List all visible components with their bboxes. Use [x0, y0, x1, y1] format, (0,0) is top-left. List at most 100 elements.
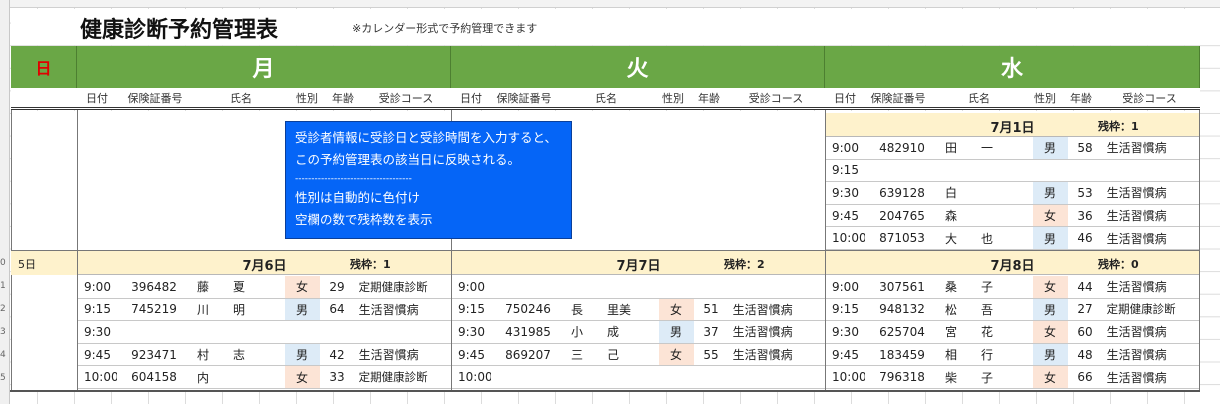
cell-time[interactable]: 9:30	[78, 321, 117, 343]
cell-age[interactable]: 33	[320, 366, 355, 388]
row-number[interactable]: 1	[0, 281, 10, 291]
row-number[interactable]: 2	[0, 304, 10, 314]
cell-insurance-number[interactable]: 204765	[865, 205, 939, 227]
cell-patient-name[interactable]: 村 志	[191, 344, 285, 366]
row-number[interactable]: 4	[0, 350, 10, 360]
cell-course[interactable]: 生活習慣病	[355, 344, 451, 366]
cell-time[interactable]: 9:15	[452, 299, 491, 321]
cell-age[interactable]: 42	[320, 344, 355, 366]
cell-age[interactable]: 60	[1068, 321, 1103, 343]
cell-patient-name[interactable]: 柴 子	[939, 366, 1033, 388]
cell-age[interactable]: 64	[320, 299, 355, 321]
cell-course[interactable]	[729, 366, 825, 388]
cell-time[interactable]: 10:00	[826, 366, 865, 388]
cell-sex[interactable]	[659, 366, 694, 388]
cell-sex[interactable]: 女	[658, 298, 694, 321]
cell-time[interactable]: 9:00	[826, 276, 865, 298]
cell-course[interactable]: 生活習慣病	[1103, 366, 1199, 388]
cell-sex[interactable]: 男	[284, 343, 320, 366]
cell-insurance-number[interactable]: 750246	[491, 299, 565, 321]
cell-course[interactable]: 生活習慣病	[729, 344, 825, 366]
cell-age[interactable]: 66	[1068, 366, 1103, 388]
cell-sex[interactable]: 男	[658, 321, 694, 343]
cell-course[interactable]: 生活習慣病	[1103, 321, 1199, 343]
cell-time[interactable]: 9:15	[826, 160, 865, 182]
cell-patient-name[interactable]	[565, 366, 659, 388]
cell-sex[interactable]	[659, 276, 694, 298]
cell-course[interactable]: 生活習慣病	[1103, 344, 1199, 366]
cell-age[interactable]: 51	[694, 299, 729, 321]
cell-insurance-number[interactable]: 625704	[865, 321, 939, 343]
cell-time[interactable]: 9:45	[826, 205, 865, 227]
cell-time[interactable]: 9:00	[78, 276, 117, 298]
cell-course[interactable]: 生活習慣病	[729, 321, 825, 343]
cell-insurance-number[interactable]	[491, 276, 565, 298]
cell-age[interactable]: 46	[1068, 227, 1103, 249]
cell-insurance-number[interactable]: 183459	[865, 344, 939, 366]
cell-patient-name[interactable]	[191, 321, 285, 343]
cell-time[interactable]: 10:00	[78, 366, 117, 388]
cell-age[interactable]: 44	[1068, 276, 1103, 298]
cell-insurance-number[interactable]: 639128	[865, 182, 939, 204]
cell-insurance-number[interactable]	[865, 160, 939, 182]
cell-time[interactable]: 9:45	[452, 344, 491, 366]
cell-patient-name[interactable]: 川 明	[191, 299, 285, 321]
row-number[interactable]: 5	[0, 373, 10, 383]
cell-patient-name[interactable]: 三 己	[565, 344, 659, 366]
cell-time[interactable]: 9:15	[826, 299, 865, 321]
cell-insurance-number[interactable]: 869207	[491, 344, 565, 366]
cell-patient-name[interactable]: 松 吾	[939, 299, 1033, 321]
cell-sex[interactable]: 男	[1032, 137, 1068, 159]
cell-course[interactable]	[1103, 160, 1199, 182]
cell-insurance-number[interactable]: 396482	[117, 276, 191, 298]
cell-patient-name[interactable]: 長 里美	[565, 299, 659, 321]
cell-insurance-number[interactable]: 307561	[865, 276, 939, 298]
cell-insurance-number[interactable]: 923471	[117, 344, 191, 366]
cell-patient-name[interactable]	[565, 276, 659, 298]
cell-insurance-number[interactable]: 604158	[117, 366, 191, 388]
cell-age[interactable]: 53	[1068, 182, 1103, 204]
cell-patient-name[interactable]: 大 也	[939, 227, 1033, 249]
cell-course[interactable]: 定期健康診断	[1103, 299, 1199, 321]
cell-sex[interactable]: 女	[1032, 276, 1068, 298]
cell-course[interactable]: 生活習慣病	[1103, 227, 1199, 249]
cell-time[interactable]: 10:00	[452, 366, 491, 388]
cell-age[interactable]: 37	[694, 321, 729, 343]
cell-sex[interactable]: 女	[1032, 204, 1068, 227]
row-number[interactable]: 3	[0, 327, 10, 337]
cell-age[interactable]: 58	[1068, 137, 1103, 159]
cell-age[interactable]: 48	[1068, 344, 1103, 366]
spreadsheet[interactable]: 0 1 2 3 4 5 健康診断予約管理表 ※カレンダー形式で予約管理できます …	[0, 0, 1220, 404]
cell-patient-name[interactable]: 相 行	[939, 344, 1033, 366]
cell-patient-name[interactable]: 小 成	[565, 321, 659, 343]
cell-time[interactable]: 9:45	[826, 344, 865, 366]
cell-age[interactable]: 27	[1068, 299, 1103, 321]
cell-time[interactable]: 9:45	[78, 344, 117, 366]
cell-time[interactable]: 9:30	[826, 321, 865, 343]
cell-sex[interactable]	[1033, 160, 1068, 182]
instruction-note-box[interactable]: 受診者情報に受診日と受診時間を入力すると、 この予約管理表の該当日に反映される。…	[285, 121, 572, 239]
cell-course[interactable]: 生活習慣病	[355, 299, 451, 321]
cell-course[interactable]: 生活習慣病	[1103, 137, 1199, 159]
cell-sex[interactable]: 男	[284, 298, 320, 321]
cell-age[interactable]	[694, 366, 729, 388]
cell-patient-name[interactable]: 森	[939, 205, 1033, 227]
cell-age[interactable]: 55	[694, 344, 729, 366]
cell-sex[interactable]: 女	[284, 366, 320, 388]
cell-age[interactable]	[694, 276, 729, 298]
cell-insurance-number[interactable]: 871053	[865, 227, 939, 249]
cell-sex[interactable]: 女	[1032, 321, 1068, 343]
cell-patient-name[interactable]: 内	[191, 366, 285, 388]
cell-time[interactable]: 9:30	[452, 321, 491, 343]
cell-age[interactable]: 29	[320, 276, 355, 298]
cell-course[interactable]: 生活習慣病	[1103, 182, 1199, 204]
cell-sex[interactable]: 女	[284, 276, 320, 298]
cell-sex[interactable]	[285, 321, 320, 343]
cell-patient-name[interactable]: 桑 子	[939, 276, 1033, 298]
cell-patient-name[interactable]	[939, 160, 1033, 182]
cell-patient-name[interactable]: 田 一	[939, 137, 1033, 159]
cell-sex[interactable]: 男	[1032, 182, 1068, 204]
cell-insurance-number[interactable]	[117, 321, 191, 343]
row-number[interactable]: 0	[0, 258, 10, 268]
cell-patient-name[interactable]: 宮 花	[939, 321, 1033, 343]
